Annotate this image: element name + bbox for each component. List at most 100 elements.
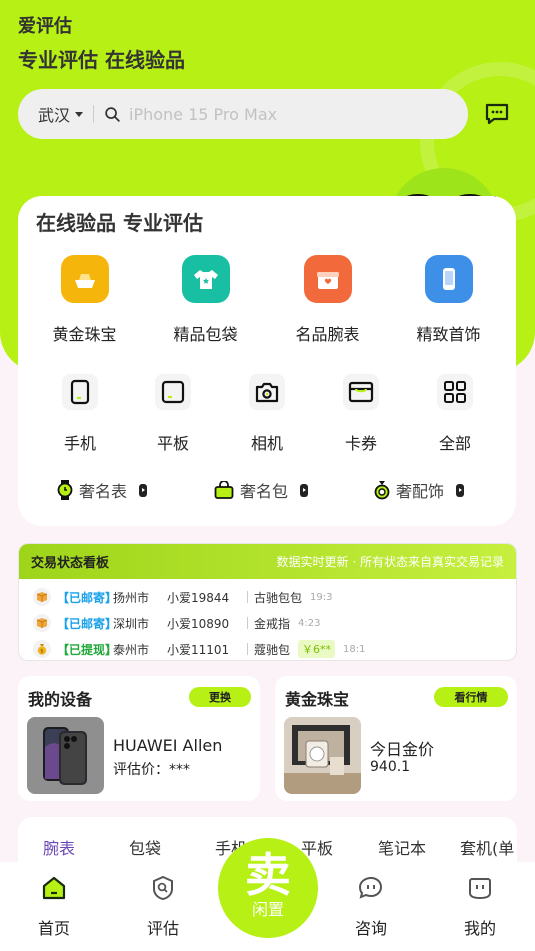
pill-label: 奢配饰 bbox=[396, 482, 445, 501]
pill-label: 奢名表 bbox=[79, 482, 128, 501]
tab-laptops[interactable]: 笔记本 bbox=[378, 835, 426, 859]
device-value: 评估价：*** bbox=[113, 762, 190, 778]
tab-mine[interactable]: 我的 bbox=[450, 875, 510, 939]
category-tablet[interactable]: 平板 bbox=[125, 374, 221, 454]
category-label: 精品包袋 bbox=[173, 325, 238, 344]
sell-sublabel: 闲置 bbox=[251, 900, 284, 919]
tab-watches[interactable]: 腕表 bbox=[43, 835, 75, 859]
category-camera[interactable]: 相机 bbox=[219, 374, 315, 454]
app-title: 爱评估 bbox=[18, 16, 72, 37]
tshirt-icon bbox=[181, 255, 230, 303]
row-time: 4:23 bbox=[298, 617, 321, 629]
pill-luxury-bag[interactable]: 奢名包 bbox=[214, 478, 309, 502]
row-time: 18:1 bbox=[343, 643, 366, 655]
tab-evaluate[interactable]: 评估 bbox=[133, 875, 193, 939]
gold-ingot-icon bbox=[60, 255, 109, 303]
category-label: 全部 bbox=[438, 434, 471, 453]
money-bag-icon: $ bbox=[33, 640, 51, 658]
main-category-card bbox=[18, 196, 516, 526]
watch-icon bbox=[57, 480, 73, 500]
row-time: 19:3 bbox=[310, 591, 333, 603]
gold-image bbox=[284, 717, 361, 794]
grid-icon bbox=[437, 374, 473, 410]
box-icon bbox=[33, 614, 51, 632]
category-label: 相机 bbox=[250, 434, 283, 453]
tab-label: 评估 bbox=[146, 919, 179, 938]
device-image bbox=[27, 717, 104, 794]
pill-label: 奢名包 bbox=[240, 482, 289, 501]
view-market-button[interactable]: 看行情 bbox=[434, 687, 508, 707]
row-divider bbox=[247, 643, 248, 655]
tab-consult[interactable]: 咨询 bbox=[341, 875, 401, 939]
row-city: 深圳市 bbox=[113, 616, 150, 631]
row-item: 蔻驰包 bbox=[254, 642, 291, 657]
trade-status-board: 交易状态看板 数据实时更新 · 所有状态来自真实交易记录 【已邮寄】 扬州市 小… bbox=[18, 543, 517, 661]
board-header: 交易状态看板 数据实时更新 · 所有状态来自真实交易记录 bbox=[19, 544, 516, 579]
row-status: 【已提现】 bbox=[57, 642, 118, 657]
sell-button[interactable]: 卖 闲置 bbox=[218, 838, 318, 938]
tab-home[interactable]: 首页 bbox=[24, 875, 84, 939]
category-label: 精致首饰 bbox=[416, 325, 481, 344]
phone-icon bbox=[424, 255, 473, 303]
gold-panel[interactable]: 黄金珠宝 看行情 今日金价 940.1 bbox=[275, 676, 517, 801]
tab-label: 首页 bbox=[37, 919, 70, 938]
device-name: HUAWEI Allen bbox=[113, 736, 223, 755]
camera-icon bbox=[249, 374, 285, 410]
search-input[interactable]: iPhone 15 Pro Max bbox=[129, 105, 277, 124]
message-icon[interactable] bbox=[485, 103, 509, 125]
my-device-panel[interactable]: 我的设备 更换 HUAWEI Allen 评估价：*** bbox=[18, 676, 260, 801]
change-device-button[interactable]: 更换 bbox=[189, 687, 251, 707]
row-user: 小爱10890 bbox=[167, 616, 230, 631]
row-city: 泰州市 bbox=[113, 642, 150, 657]
caret-down-icon[interactable] bbox=[75, 111, 84, 117]
user-face-icon bbox=[469, 878, 491, 900]
row-user: 小爱19844 bbox=[167, 590, 230, 605]
board-title: 交易状态看板 bbox=[31, 556, 110, 571]
gold-price-value: 940.1 bbox=[370, 759, 411, 775]
row-status: 【已邮寄】 bbox=[57, 590, 118, 605]
shield-search-icon bbox=[153, 875, 173, 901]
pill-luxury-accessory[interactable]: 奢配饰 bbox=[374, 478, 465, 502]
gift-icon bbox=[303, 255, 352, 303]
row-city: 扬州市 bbox=[113, 590, 150, 605]
search-icon bbox=[105, 106, 120, 122]
tablet-icon bbox=[155, 374, 191, 410]
category-all[interactable]: 全部 bbox=[407, 374, 503, 454]
category-label: 黄金珠宝 bbox=[52, 325, 117, 344]
panel-title: 我的设备 bbox=[28, 690, 93, 709]
svg-text:$: $ bbox=[40, 649, 43, 655]
pill-luxury-watch[interactable]: 奢名表 bbox=[57, 478, 148, 502]
category-label: 名品腕表 bbox=[295, 325, 360, 344]
tab-label: 我的 bbox=[463, 919, 496, 938]
city-selector[interactable]: 武汉 bbox=[38, 102, 70, 126]
category-label: 平板 bbox=[156, 434, 189, 453]
tab-label: 咨询 bbox=[354, 919, 387, 938]
row-user: 小爱11101 bbox=[167, 642, 230, 657]
row-divider bbox=[247, 617, 248, 629]
row-divider bbox=[247, 591, 248, 603]
category-card[interactable]: 卡券 bbox=[313, 374, 409, 454]
category-bags[interactable]: 精品包袋 bbox=[145, 255, 266, 345]
chevron-right-icon bbox=[300, 483, 309, 497]
board-subtitle: 数据实时更新 · 所有状态来自真实交易记录 bbox=[276, 555, 504, 569]
category-phone[interactable]: 手机 bbox=[32, 374, 128, 454]
search-bar[interactable]: 武汉 iPhone 15 Pro Max bbox=[18, 89, 468, 139]
tab-sets[interactable]: 套机(单 bbox=[460, 835, 514, 859]
gold-price-label: 今日金价 bbox=[370, 740, 435, 759]
chevron-right-icon bbox=[456, 483, 465, 497]
category-label: 卡券 bbox=[344, 434, 377, 453]
phone-icon bbox=[62, 374, 98, 410]
board-row: 【已邮寄】 深圳市 小爱10890 金戒指 4:23 bbox=[33, 613, 320, 633]
category-gold-jewelry[interactable]: 黄金珠宝 bbox=[24, 255, 145, 345]
tab-bags[interactable]: 包袋 bbox=[129, 835, 161, 859]
row-price: ￥6** bbox=[298, 640, 336, 658]
search-divider bbox=[93, 105, 95, 123]
row-status: 【已邮寄】 bbox=[57, 616, 118, 631]
card-icon bbox=[343, 374, 379, 410]
board-row: $ 【已提现】 泰州市 小爱11101 蔻驰包 ￥6** 18:1 bbox=[33, 639, 365, 659]
slogan: 专业评估 在线验品 bbox=[18, 48, 185, 72]
category-label: 手机 bbox=[63, 434, 96, 453]
category-accessories[interactable]: 精致首饰 bbox=[388, 255, 509, 345]
category-watches[interactable]: 名品腕表 bbox=[267, 255, 388, 345]
home-icon bbox=[42, 876, 66, 900]
